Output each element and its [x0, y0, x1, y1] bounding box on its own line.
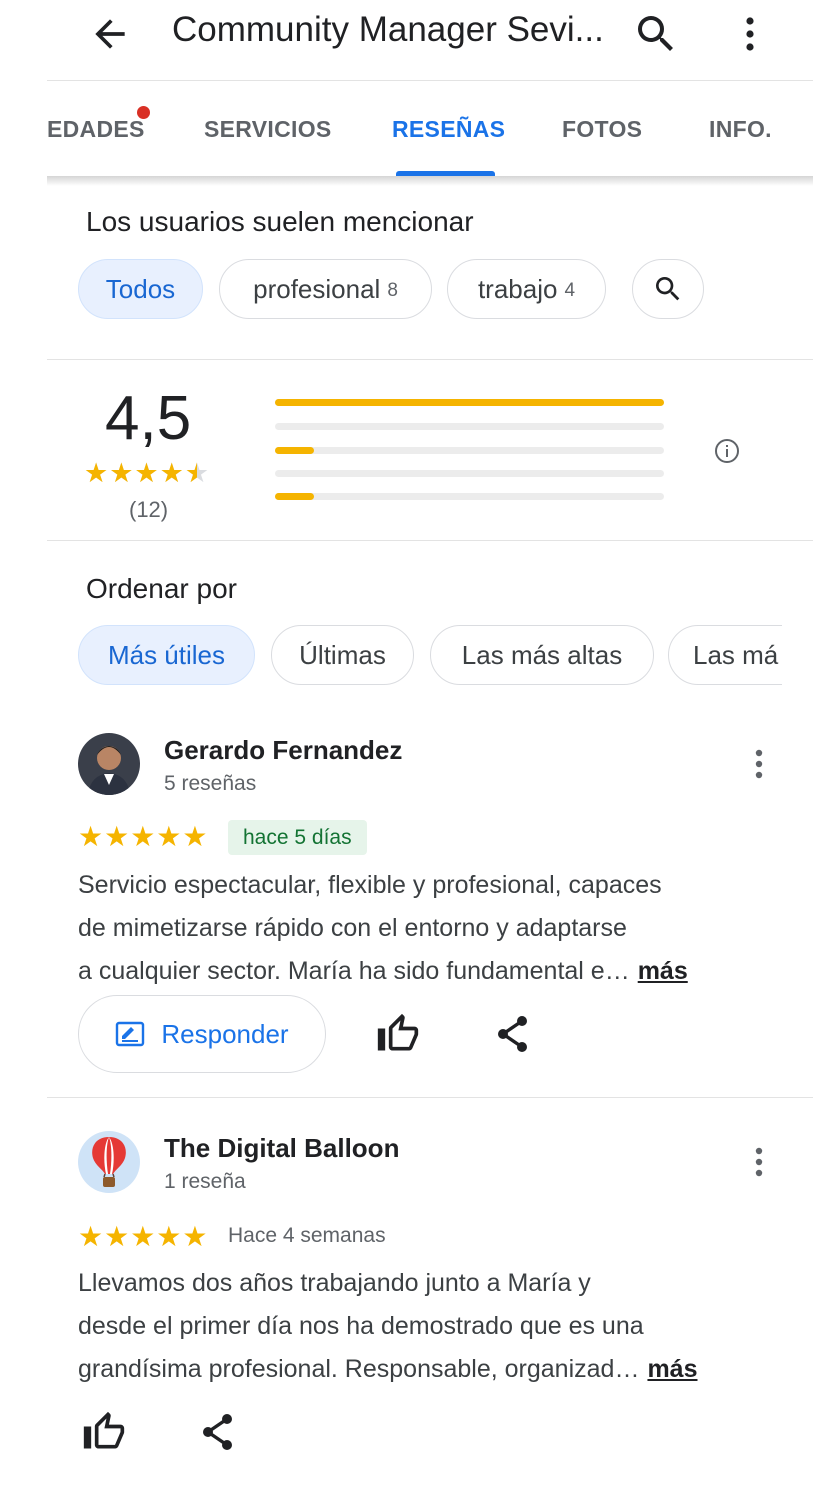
thumb-up-icon[interactable] [82, 1410, 126, 1454]
sort-chip-mas-altas[interactable]: Las más altas [430, 625, 654, 685]
chip-label: Todos [105, 273, 176, 304]
rating-bar-1 [275, 493, 664, 500]
reviewer-review-count: 5 reseñas [164, 772, 257, 795]
reply-button-label: Responder [161, 1018, 289, 1049]
more-options-icon[interactable] [745, 745, 773, 785]
sort-chip-mas-utiles[interactable]: Más útiles [78, 625, 255, 685]
section-divider [47, 540, 813, 541]
mentions-title: Los usuarios suelen mencionar [86, 206, 474, 237]
tab-resenas[interactable]: RESEÑAS [392, 116, 505, 143]
rating-bar-fill [275, 493, 314, 500]
tab-fotos[interactable]: FOTOS [562, 116, 642, 143]
search-icon [656, 277, 680, 301]
review-text-line-content: a cualquier sector. María ha sido fundam… [78, 957, 630, 985]
section-divider [47, 359, 813, 360]
chip-label: Las má [693, 639, 779, 670]
header-divider [47, 80, 813, 81]
reviewer-avatar[interactable] [78, 733, 140, 795]
sort-chip-clip: Las má [668, 625, 782, 685]
reviewer-name[interactable]: Gerardo Fernandez [164, 735, 402, 766]
chip-label: trabajo [477, 273, 558, 304]
review-count: (12) [129, 497, 169, 522]
stars-filled: ★★★★★ [84, 458, 197, 488]
review-date: Hace 4 semanas [228, 1224, 386, 1247]
reviewer-name[interactable]: The Digital Balloon [164, 1133, 399, 1164]
average-rating: 4,5 [105, 384, 192, 453]
mention-chip-trabajo[interactable]: trabajo 4 [447, 259, 606, 319]
rating-bar-2 [275, 470, 664, 477]
mention-chip-todos[interactable]: Todos [78, 259, 203, 319]
review-text-line: Servicio espectacular, flexible y profes… [78, 871, 662, 899]
review-stars: ★★★★★ [78, 1221, 209, 1252]
chip-label: profesional [253, 273, 381, 304]
tab-info[interactable]: INFO. [709, 116, 772, 143]
tabs-shadow [47, 176, 813, 186]
review-date-new-badge: hace 5 días [228, 820, 367, 855]
reviewer-review-count: 1 reseña [164, 1170, 246, 1193]
rating-bar-4 [275, 423, 664, 430]
chip-label: Más útiles [107, 639, 226, 670]
more-options-icon[interactable] [732, 12, 768, 56]
review-text-line-content: grandísima profesional. Responsable, org… [78, 1355, 640, 1383]
thumb-up-icon[interactable] [376, 1012, 420, 1056]
review-text: Servicio espectacular, flexible y profes… [78, 864, 788, 993]
rating-stars: ★★★★★ ★★★★★ [84, 458, 210, 489]
notification-dot [137, 106, 150, 119]
chip-count: 8 [387, 280, 398, 301]
review-text: Llevamos dos años trabajando junto a Mar… [78, 1262, 788, 1391]
chip-count: 4 [564, 280, 576, 301]
page-title: Community Manager Sevi... [172, 10, 604, 49]
review-stars: ★★★★★ [78, 821, 209, 852]
sort-title: Ordenar por [86, 573, 237, 604]
reply-button[interactable]: Responder [78, 995, 326, 1073]
mention-chip-profesional[interactable]: profesional 8 [219, 259, 432, 319]
share-icon[interactable] [491, 1012, 535, 1056]
back-arrow-icon[interactable] [88, 12, 132, 56]
share-icon[interactable] [196, 1410, 240, 1454]
review-text-line: grandísima profesional. Responsable, org… [78, 1348, 788, 1391]
chip-label: Últimas [299, 639, 386, 670]
mention-search-chip[interactable] [632, 259, 704, 319]
read-more-link[interactable]: más [638, 957, 688, 985]
sort-chip-mas-bajas[interactable]: Las má [668, 625, 782, 685]
tab-servicios[interactable]: SERVICIOS [204, 116, 332, 143]
tab-novedades[interactable]: EDADES [47, 116, 145, 143]
more-options-icon[interactable] [745, 1143, 773, 1183]
review-text-line: a cualquier sector. María ha sido fundam… [78, 950, 788, 993]
rating-bar-5 [275, 399, 664, 406]
review-divider [47, 1097, 813, 1098]
reply-edit-icon [116, 1021, 145, 1047]
sort-chip-ultimas[interactable]: Últimas [271, 625, 414, 685]
review-text-line: desde el primer día nos ha demostrado qu… [78, 1312, 644, 1340]
chip-label: Las más altas [461, 639, 623, 670]
reviewer-avatar[interactable] [78, 1131, 140, 1193]
rating-bar-3 [275, 447, 664, 454]
search-icon[interactable] [632, 10, 680, 58]
rating-bar-fill [275, 399, 664, 406]
review-text-line: de mimetizarse rápido con el entorno y a… [78, 914, 627, 942]
rating-bar-fill [275, 447, 314, 454]
review-text-line: Llevamos dos años trabajando junto a Mar… [78, 1269, 591, 1297]
info-icon[interactable] [714, 438, 740, 464]
read-more-link[interactable]: más [647, 1355, 697, 1383]
